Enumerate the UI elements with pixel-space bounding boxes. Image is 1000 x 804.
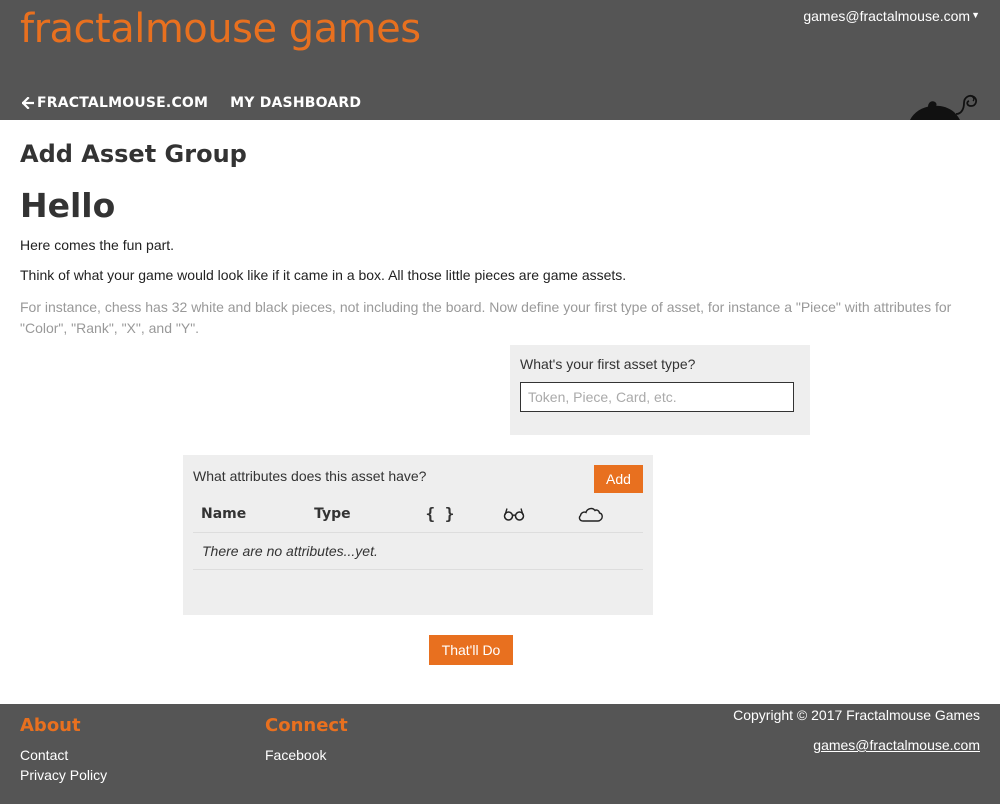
footer-heading-about: About <box>20 715 81 736</box>
greeting-heading: Hello <box>20 186 116 225</box>
asset-type-panel: What's your first asset type? <box>510 345 810 435</box>
main-nav: FRACTALMOUSE.COM MY DASHBOARD <box>22 95 361 111</box>
account-menu[interactable]: games@fractalmouse.com▼ <box>803 8 980 24</box>
explanation-text: Think of what your game would look like … <box>20 267 627 283</box>
attributes-panel: What attributes does this asset have? Ad… <box>183 455 653 615</box>
account-email: games@fractalmouse.com <box>803 8 971 24</box>
footer-heading-connect: Connect <box>265 715 348 736</box>
asset-type-input[interactable] <box>520 382 794 412</box>
footer-link-contact[interactable]: Contact <box>20 747 68 763</box>
table-row-empty: There are no attributes...yet. <box>193 532 643 570</box>
empty-table-message: There are no attributes...yet. <box>193 532 643 570</box>
caret-down-icon: ▼ <box>971 10 980 20</box>
glasses-icon <box>503 508 524 521</box>
column-header-glasses <box>492 496 568 533</box>
intro-text: Here comes the fun part. <box>20 237 175 253</box>
braces-icon: { } <box>425 504 455 524</box>
nav-link-dashboard[interactable]: MY DASHBOARD <box>230 95 361 111</box>
nav-link-label: FRACTALMOUSE.COM <box>37 95 209 111</box>
asset-type-label: What's your first asset type? <box>520 356 696 372</box>
page-title: Add Asset Group <box>20 140 247 168</box>
mouse-logo-icon <box>910 94 978 120</box>
footer-link-facebook[interactable]: Facebook <box>265 747 326 763</box>
nav-link-label: MY DASHBOARD <box>230 95 362 111</box>
footer-email-link[interactable]: games@fractalmouse.com <box>813 737 980 753</box>
done-button[interactable]: That'll Do <box>429 635 513 665</box>
column-header-type: Type <box>314 496 418 533</box>
footer-link-privacy-policy[interactable]: Privacy Policy <box>20 767 107 783</box>
cloud-icon <box>578 507 603 522</box>
attributes-question: What attributes does this asset have? <box>193 468 427 484</box>
site-footer: About Contact Privacy Policy Connect Fac… <box>0 704 1000 804</box>
brand-logo-text[interactable]: fractalmouse games <box>20 6 421 52</box>
column-header-name: Name <box>193 496 315 533</box>
attributes-table: Name Type { } There are no attributes...… <box>193 496 643 570</box>
table-header-row: Name Type { } <box>193 496 643 533</box>
column-header-braces: { } <box>417 496 493 533</box>
nav-link-fractalmouse[interactable]: FRACTALMOUSE.COM <box>22 95 208 111</box>
copyright-text: Copyright © 2017 Fractalmouse Games <box>733 707 980 723</box>
add-attribute-button[interactable]: Add <box>594 465 643 493</box>
site-header: fractalmouse games games@fractalmouse.co… <box>0 0 1000 120</box>
arrow-left-icon <box>22 97 34 109</box>
example-text: For instance, chess has 32 white and bla… <box>20 299 952 336</box>
column-header-cloud <box>567 496 643 533</box>
